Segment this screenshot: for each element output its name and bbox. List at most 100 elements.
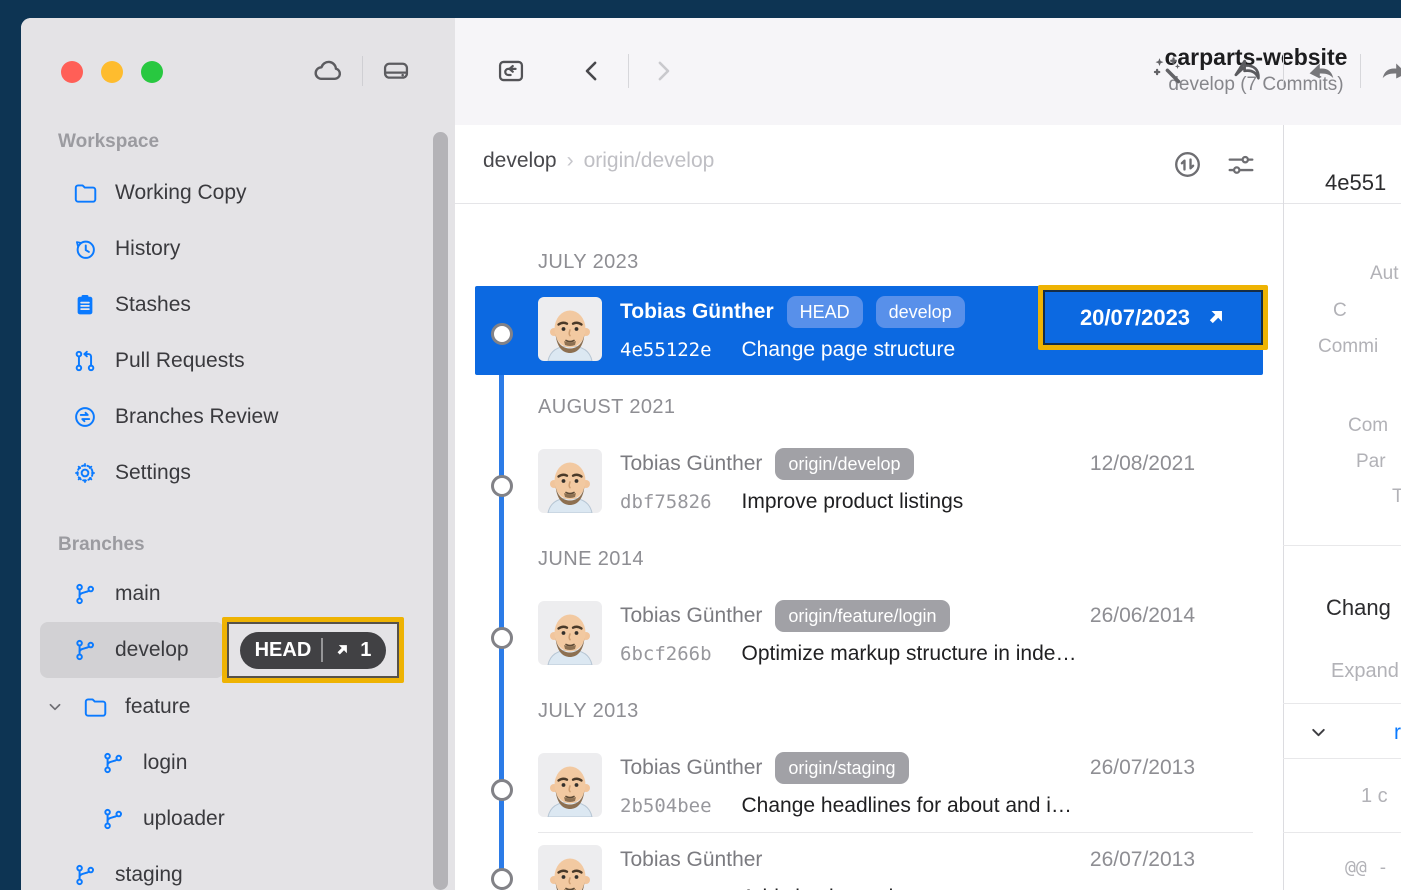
sidebar-branch-uploader[interactable]: uploader [21,791,431,847]
pull-curved-arrow-icon[interactable] [1303,54,1339,88]
commit-hash: dbf75826 [620,491,712,513]
commit-graph-node [491,323,513,345]
sidebar-item-label: History [115,237,180,261]
commit-date: 12/08/2021 [1090,452,1195,476]
sidebar-item-pull-requests[interactable]: Pull Requests [21,333,431,389]
commit-group-header: AUGUST 2021 [538,396,675,419]
sidebar-item-working-copy[interactable]: Working Copy [21,165,431,221]
detail-changes-heading: Chang [1326,595,1391,621]
commit-message: Change page structure [742,338,956,362]
head-badge-annotation: HEAD1 [222,617,404,683]
open-working-copy-button[interactable] [495,55,527,87]
branch-badge: origin/staging [775,752,908,784]
commit-group-header: JULY 2023 [538,251,639,274]
detail-commit-hash: 4e551 [1325,170,1386,196]
sidebar-branch-feature[interactable]: feature [21,679,431,735]
sidebar-item-settings[interactable]: Settings [21,445,431,501]
commit-row-line2: 6bcf266bOptimize markup structure in ind… [620,639,1076,669]
sidebar-branch-login[interactable]: login [21,735,431,791]
branch-badge: ... [922,752,958,784]
undo-outline-arrow-icon[interactable] [1229,54,1265,88]
sidebar-branch-label: login [143,751,187,775]
detail-meta-label: Aut [1370,263,1399,285]
commit-row[interactable]: Tobias Güntherorigin/develop12/08/2021db… [475,438,1263,527]
breadcrumb-remote[interactable]: origin/develop [584,149,715,172]
branch-badge: HEAD [787,296,863,328]
breadcrumb-branch[interactable]: develop [483,149,557,172]
expand-all-button[interactable]: Expand [1331,660,1399,683]
commit-row-line1: Tobias Güntherorigin/staging...26/07/201… [620,751,1195,785]
sidebar-item-branches-review[interactable]: Branches Review [21,389,431,445]
sidebar-item-label: Stashes [115,293,191,317]
avatar [538,601,602,665]
panel-divider [1283,832,1401,833]
panel-divider [1283,703,1401,704]
sidebar-item-history[interactable]: History [21,221,431,277]
head-badge-divider [321,638,323,662]
commit-date: 26/07/2013 [1090,848,1195,872]
commit-hash: 4e55122e [620,339,712,361]
commit-group-header: JUNE 2014 [538,548,644,571]
compare-circle-icon[interactable] [1171,148,1204,181]
ne-arrow-icon [1204,307,1226,329]
detail-meta-label: T [1392,486,1401,508]
commit-author: Tobias Günther [620,604,762,628]
app-window: Workspace Working CopyHistoryStashesPull… [21,18,1401,890]
detail-meta-label: Par [1356,451,1386,473]
head-badge: HEAD1 [240,632,387,669]
commit-graph-node [491,779,513,801]
diff-hunk-header: @@ - [1345,857,1388,878]
commit-date: 20/07/2023 [1080,305,1190,331]
minimize-window-button[interactable] [101,61,123,83]
commit-row[interactable]: Tobias Güntherorigin/staging...26/07/201… [475,742,1263,831]
sidebar-item-label: Settings [115,461,191,485]
commit-row-separator [538,832,1253,833]
history-back-button[interactable] [577,55,607,87]
branches-review-icon [72,404,98,430]
chevron-down-icon[interactable] [1307,721,1330,744]
zoom-window-button[interactable] [141,61,163,83]
commit-row-line2: 4e55122e Change page structure [620,335,955,365]
diff-stat-summary: 1 c [1361,785,1388,808]
commit-message: Improve product listings [742,490,964,514]
close-window-button[interactable] [61,61,83,83]
filter-sliders-icon[interactable] [1225,149,1257,181]
sidebar-scrollbar[interactable] [433,132,448,890]
avatar [538,297,602,361]
breadcrumb-separator: › [557,149,584,172]
branch-badge: origin/feature/login [775,600,949,632]
detail-meta-label: C [1333,300,1347,322]
sidebar: Workspace Working CopyHistoryStashesPull… [21,18,455,890]
commit-row-line2: dbf75826 Improve product listings [620,487,963,517]
sidebar-item-label: Branches Review [115,405,278,429]
commit-row[interactable]: Tobias Güntherorigin/feature/login..26/0… [475,590,1263,679]
commit-graph-node [491,475,513,497]
sidebar-section-branches: Branches [58,534,145,556]
cloud-icon[interactable] [311,54,345,88]
push-curved-arrow-icon[interactable] [1377,54,1401,88]
changed-file-name[interactable]: r [1394,721,1401,745]
branch-badge: develop [876,296,965,328]
quick-actions-wand-icon[interactable] [1151,54,1185,88]
commit-group-header: JULY 2013 [538,700,639,723]
detail-meta-label: Commi [1318,336,1378,358]
history-forward-button[interactable] [648,55,678,87]
toolbar: carparts-website develop (7 Commits) [455,18,1401,126]
sidebar-branch-label: staging [115,863,183,887]
git-branch-icon [72,862,98,888]
panel-divider [1283,545,1401,546]
sidebar-item-stashes[interactable]: Stashes [21,277,431,333]
sidebar-branch-main[interactable]: main [21,566,431,622]
commit-row[interactable]: Tobias Günther26/07/20139823dbbbAdd simp… [475,834,1263,890]
commit-message: Optimize markup structure in inde… [742,642,1077,666]
detail-meta-label: Com [1348,415,1388,437]
commit-date: 26/07/2013 [1090,756,1195,780]
drive-icon[interactable] [380,55,412,87]
stash-clipboard-icon [72,292,98,318]
chevron-down-icon[interactable] [45,697,65,717]
commit-author: Tobias Günther [620,848,762,872]
sidebar-branch-staging[interactable]: staging [21,847,431,890]
sidebar-item-label: Working Copy [115,181,247,205]
sidebar-branch-label: uploader [143,807,225,831]
commit-graph-node [491,627,513,649]
